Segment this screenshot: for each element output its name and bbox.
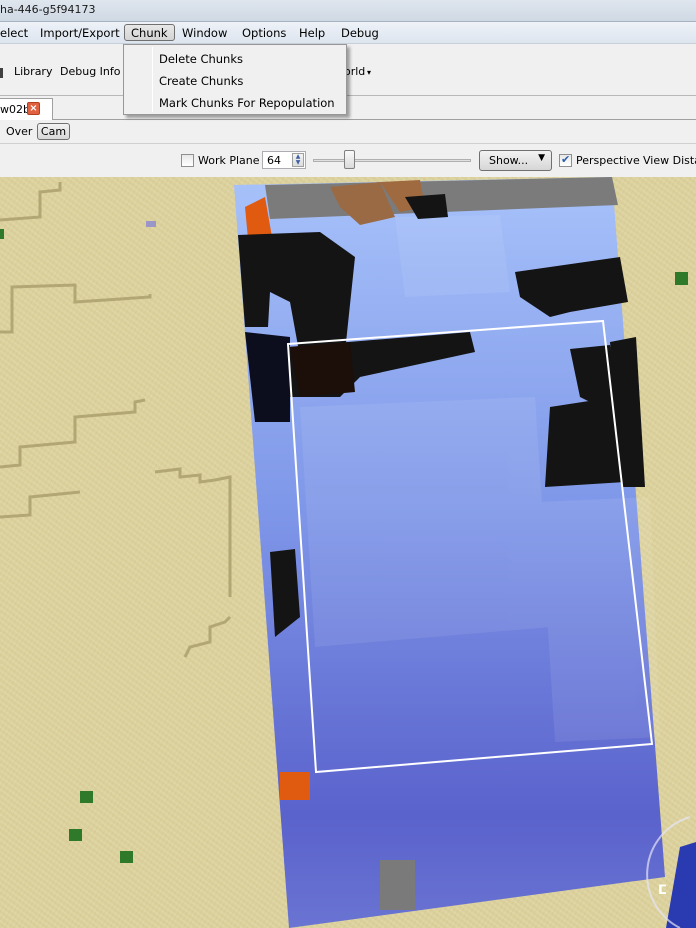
tab-label: w02b: [0, 103, 30, 116]
small-block: [146, 221, 156, 227]
work-plane-value: 64: [267, 154, 281, 167]
ledge: [183, 615, 232, 658]
chunk-menu-dropdown: Delete Chunks Create Chunks Mark Chunks …: [123, 44, 347, 115]
dropdown-arrow-icon: ▼: [538, 153, 545, 163]
deep-water: [666, 842, 696, 928]
toolbar-debug-info-button[interactable]: Debug Info: [60, 65, 121, 78]
cactus: [0, 229, 4, 239]
menu-import-export[interactable]: Import/Export: [34, 25, 126, 42]
stone-patch: [380, 860, 415, 910]
menu-item-delete-chunks[interactable]: Delete Chunks: [159, 52, 243, 66]
view-mode-row: Over Cam: [0, 120, 696, 144]
menu-gutter: [152, 47, 153, 112]
work-plane-label: Work Plane: [198, 154, 260, 167]
menu-debug[interactable]: Debug: [335, 25, 385, 42]
work-plane-slider-track[interactable]: [313, 159, 471, 162]
work-plane-checkbox[interactable]: [181, 154, 194, 167]
perspective-label: Perspective: [576, 154, 640, 167]
ledge: [0, 398, 146, 469]
cactus: [675, 272, 688, 285]
spinner-arrows-icon[interactable]: ▲ ▼: [292, 153, 304, 167]
ledge: [0, 283, 152, 334]
overhead-view-button[interactable]: Over: [6, 125, 32, 138]
tab-strip: w02b ×: [0, 96, 696, 120]
ledge: [0, 182, 62, 222]
menu-bar: elect Import/Export Chunk Window Options…: [0, 22, 696, 44]
work-plane-slider-thumb[interactable]: [344, 150, 356, 169]
chunk-cell: [540, 497, 660, 742]
world-render: [0, 177, 696, 928]
lava: [280, 772, 310, 800]
show-label: Show...: [489, 154, 529, 167]
toolbar-library-button[interactable]: Library: [14, 65, 52, 78]
chunk-cell: [300, 397, 550, 647]
chevron-down-icon[interactable]: ▾: [367, 68, 371, 77]
chunk-cell: [395, 215, 510, 297]
ledge: [154, 467, 232, 597]
menu-chunk[interactable]: Chunk: [124, 24, 175, 41]
toolbar: Library Debug Info orld ▾: [0, 44, 696, 96]
3d-viewport[interactable]: [0, 177, 696, 928]
show-dropdown-button[interactable]: Show... ▼: [479, 150, 552, 171]
perspective-checkbox[interactable]: [559, 153, 572, 167]
view-controls-row: Work Plane 64 ▲▼ Show... ▼ Perspective V…: [0, 144, 696, 177]
window-title: ha-446-g5f94173: [0, 3, 96, 16]
ledge: [0, 490, 81, 519]
cactus: [80, 791, 93, 803]
menu-item-mark-chunks-for-repopulation[interactable]: Mark Chunks For Repopulation: [159, 96, 335, 110]
toolbar-icon-fragment: [0, 68, 3, 78]
menu-item-create-chunks[interactable]: Create Chunks: [159, 74, 243, 88]
compass-icon[interactable]: ⵎ: [658, 883, 667, 898]
toolbar-world-button[interactable]: orld: [344, 65, 365, 78]
view-distance-label: View Distar: [643, 154, 696, 167]
work-plane-spinner[interactable]: 64 ▲ ▼: [262, 151, 306, 169]
camera-view-button[interactable]: Cam: [37, 123, 70, 140]
dark-dirt: [290, 342, 355, 397]
menu-help[interactable]: Help: [293, 25, 331, 42]
menu-window[interactable]: Window: [176, 25, 233, 42]
cactus: [69, 829, 82, 841]
cactus: [120, 851, 133, 863]
title-bar: ha-446-g5f94173: [0, 0, 696, 22]
tab-world[interactable]: w02b ×: [0, 98, 53, 120]
menu-select[interactable]: elect: [0, 25, 34, 42]
close-icon[interactable]: ×: [27, 102, 40, 115]
menu-options[interactable]: Options: [236, 25, 292, 42]
